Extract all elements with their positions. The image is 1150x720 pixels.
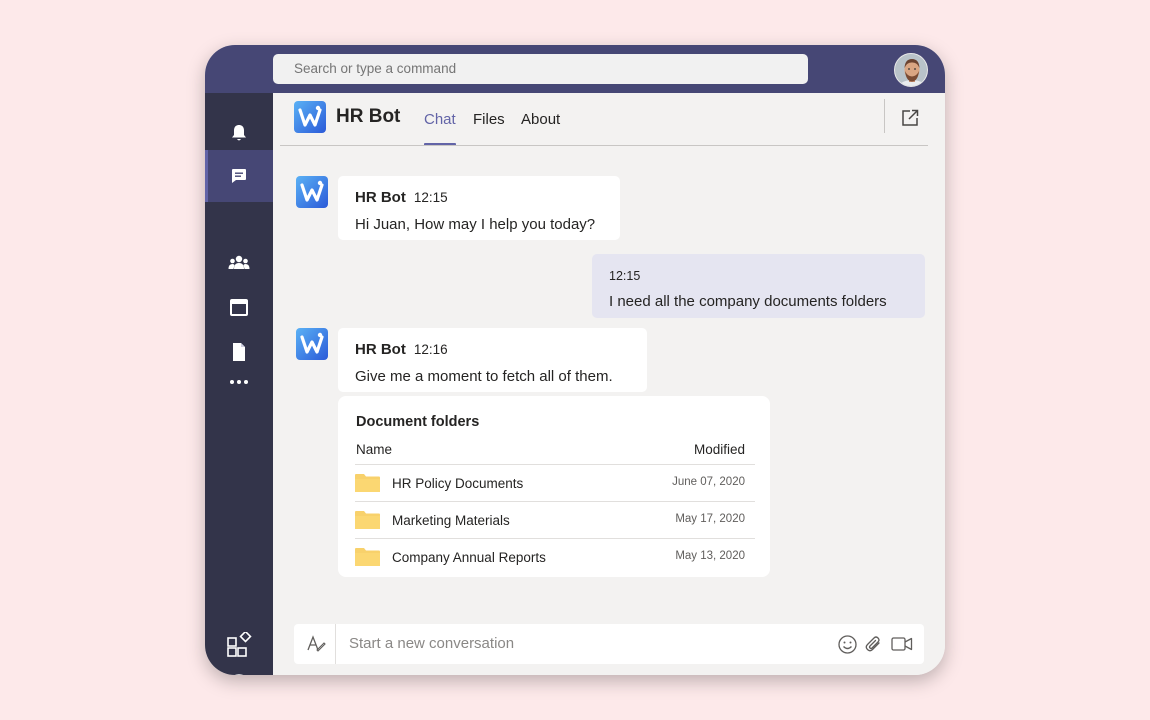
message-time: 12:15 xyxy=(413,190,448,205)
app-rail: ? xyxy=(205,93,273,675)
message-author: HR Bot xyxy=(355,189,406,206)
message-text: Give me a moment to fetch all of them. xyxy=(355,368,613,385)
folder-icon xyxy=(355,511,380,529)
message-composer xyxy=(294,624,924,664)
column-header-name: Name xyxy=(356,442,393,457)
apps-icon xyxy=(227,632,252,657)
folder-icon xyxy=(355,474,380,492)
format-button[interactable] xyxy=(306,634,326,659)
emoji-icon xyxy=(838,635,857,654)
top-bar xyxy=(205,45,945,93)
bell-icon xyxy=(232,125,246,141)
message-text: Hi Juan, How may I help you today? xyxy=(355,216,596,233)
app-header: HR Bot Chat Files About xyxy=(273,93,945,146)
main-pane: HR Bot Chat Files About HR Bot 12:15 Hi … xyxy=(273,93,945,675)
rail-item-apps[interactable] xyxy=(205,623,273,667)
folder-name: HR Policy Documents xyxy=(392,476,524,491)
compose-input[interactable] xyxy=(349,624,819,664)
tab-chat[interactable]: Chat xyxy=(424,111,456,146)
popout-button[interactable] xyxy=(901,109,919,132)
folder-row[interactable]: HR Policy Documents June 07, 2020 xyxy=(355,464,755,501)
column-header-modified: Modified xyxy=(693,442,745,457)
help-icon: ? xyxy=(234,674,244,675)
folder-icon xyxy=(355,548,380,566)
format-icon xyxy=(307,635,326,652)
hr-bot-logo xyxy=(294,101,326,133)
my-message-bubble: 12:15 I need all the company documents f… xyxy=(592,254,925,318)
video-button[interactable] xyxy=(891,636,913,657)
bot-avatar xyxy=(296,176,328,208)
composer-divider xyxy=(335,624,336,664)
rail-item-more[interactable] xyxy=(205,360,273,404)
tab-files[interactable]: Files xyxy=(473,111,505,146)
search-input[interactable] xyxy=(273,54,808,84)
folder-modified: May 17, 2020 xyxy=(675,513,745,525)
popout-icon xyxy=(902,109,919,126)
calendar-icon xyxy=(230,299,248,316)
paperclip-icon xyxy=(865,636,880,652)
message-text: I need all the company documents folders xyxy=(609,293,887,310)
message-time: 12:16 xyxy=(413,342,448,357)
folder-name: Marketing Materials xyxy=(392,513,510,528)
message-author: HR Bot xyxy=(355,341,406,358)
emoji-button[interactable] xyxy=(838,635,857,659)
rail-item-activity[interactable] xyxy=(205,111,273,155)
folder-modified: June 07, 2020 xyxy=(672,476,745,488)
header-divider xyxy=(884,99,885,133)
folder-row[interactable]: Company Annual Reports May 13, 2020 xyxy=(355,538,755,575)
folder-name: Company Annual Reports xyxy=(392,550,546,565)
teams-window: ? HR Bot Chat F xyxy=(205,45,945,675)
video-camera-icon xyxy=(891,637,913,651)
card-title: Document folders xyxy=(356,414,480,430)
rail-item-chat[interactable] xyxy=(205,150,273,202)
document-folders-card: Document folders Name Modified HR Policy… xyxy=(338,396,770,577)
app-title: HR Bot xyxy=(336,106,401,127)
bot-avatar xyxy=(296,328,328,360)
message-time: 12:15 xyxy=(609,269,641,283)
folder-modified: May 13, 2020 xyxy=(675,550,745,562)
message-bubble: HR Bot 12:15 Hi Juan, How may I help you … xyxy=(338,176,620,240)
rail-item-calendar[interactable] xyxy=(205,285,273,329)
message-bubble: HR Bot 12:16 Give me a moment to fetch al… xyxy=(338,328,647,392)
chat-icon xyxy=(232,169,246,183)
attach-button[interactable] xyxy=(864,635,883,659)
rail-item-teams[interactable] xyxy=(205,241,273,285)
rail-item-help[interactable]: ? xyxy=(205,665,273,675)
header-underline xyxy=(280,145,928,146)
teams-icon xyxy=(228,255,250,269)
avatar-image xyxy=(895,54,927,86)
user-avatar[interactable] xyxy=(894,53,928,87)
more-icon xyxy=(230,380,248,384)
folder-row[interactable]: Marketing Materials May 17, 2020 xyxy=(355,501,755,538)
tab-about[interactable]: About xyxy=(521,111,560,146)
